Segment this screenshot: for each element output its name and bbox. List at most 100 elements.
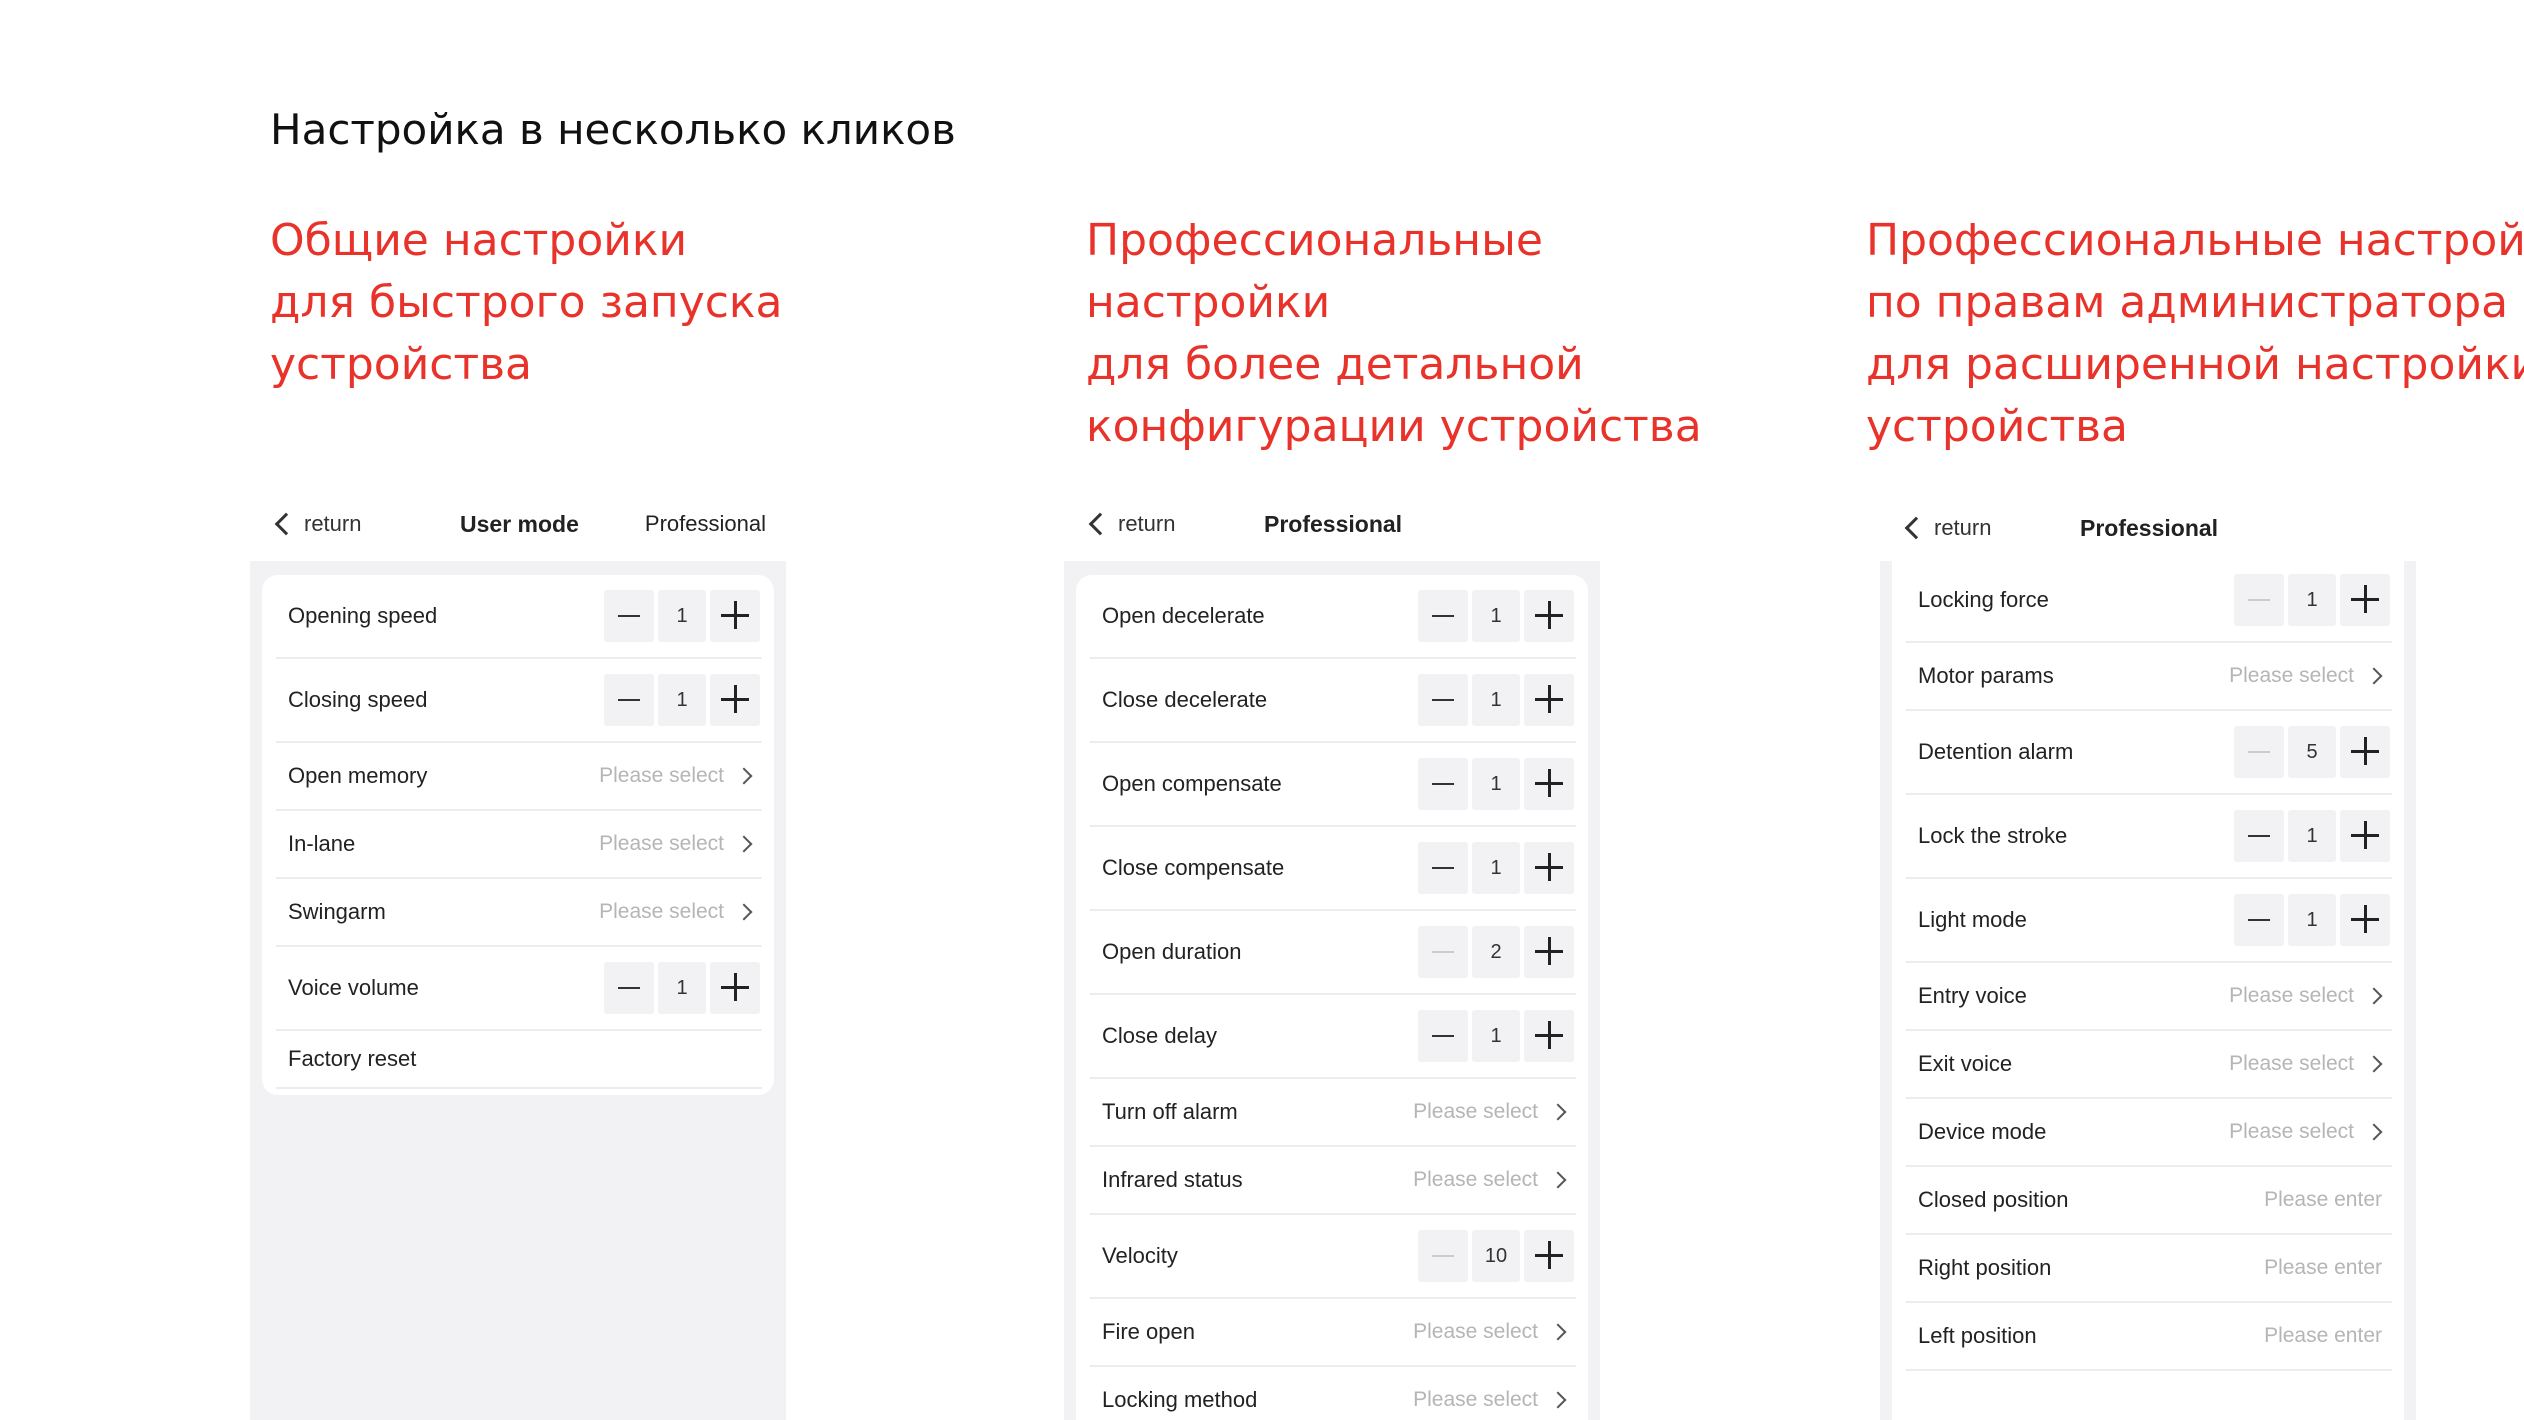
increment-button[interactable] <box>1524 590 1574 642</box>
minus-icon <box>1432 1035 1454 1037</box>
setting-row-factory-reset[interactable]: Factory reset <box>276 1031 762 1089</box>
increment-button[interactable] <box>1524 674 1574 726</box>
decrement-button[interactable] <box>1418 590 1468 642</box>
decrement-button[interactable] <box>2234 574 2284 626</box>
minus-icon <box>2248 599 2270 601</box>
select-dropdown[interactable]: Please select <box>2229 963 2386 1029</box>
return-button[interactable]: return <box>1088 509 1175 539</box>
decrement-button[interactable] <box>2234 810 2284 862</box>
select-placeholder: Please select <box>1413 1168 1538 1191</box>
setting-row-exit-voice[interactable]: Exit voice Please select <box>1906 1031 2392 1099</box>
caption-line: для расширенной настройки <box>1866 339 2524 390</box>
setting-row-closed-position[interactable]: Closed position Please enter <box>1906 1167 2392 1235</box>
plus-icon-stroke <box>1548 769 1551 797</box>
text-input[interactable]: Please enter <box>2264 1167 2382 1233</box>
setting-label: Velocity <box>1102 1243 1178 1268</box>
professional-mode-link[interactable]: Professional <box>645 509 766 539</box>
select-dropdown[interactable]: Please select <box>599 811 756 877</box>
select-dropdown[interactable]: Please select <box>2229 643 2386 709</box>
select-dropdown[interactable]: Please select <box>1413 1079 1570 1145</box>
value-stepper: 1 <box>604 674 760 726</box>
return-button[interactable]: return <box>1904 513 1991 543</box>
increment-button[interactable] <box>710 962 760 1014</box>
decrement-button[interactable] <box>2234 726 2284 778</box>
increment-button[interactable] <box>1524 842 1574 894</box>
increment-button[interactable] <box>710 674 760 726</box>
increment-button[interactable] <box>710 590 760 642</box>
setting-row-right-position[interactable]: Right position Please enter <box>1906 1235 2392 1303</box>
setting-label: Infrared status <box>1102 1167 1243 1192</box>
decrement-button[interactable] <box>1418 674 1468 726</box>
setting-row-infrared-status[interactable]: Infrared status Please select <box>1090 1147 1576 1215</box>
setting-row-in-lane[interactable]: In-lane Please select <box>276 811 762 879</box>
setting-row-open-compensate: Open compensate 1 <box>1090 743 1576 827</box>
setting-row-locking-method[interactable]: Locking method Please select <box>1090 1367 1576 1420</box>
increment-button[interactable] <box>1524 758 1574 810</box>
decrement-button[interactable] <box>2234 894 2284 946</box>
decrement-button[interactable] <box>1418 1230 1468 1282</box>
chevron-right-icon <box>2365 667 2383 685</box>
text-input[interactable]: Please enter <box>2264 1303 2382 1369</box>
setting-row-left-position[interactable]: Left position Please enter <box>1906 1303 2392 1371</box>
return-button[interactable]: return <box>274 509 361 539</box>
decrement-button[interactable] <box>1418 926 1468 978</box>
caption-line: для быстрого запуска <box>270 277 783 328</box>
app-header: return Professional <box>1064 495 1600 561</box>
increment-button[interactable] <box>2340 810 2390 862</box>
setting-row-entry-voice[interactable]: Entry voice Please select <box>1906 963 2392 1031</box>
setting-row-motor-params[interactable]: Motor params Please select <box>1906 643 2392 711</box>
select-dropdown[interactable]: Please select <box>599 879 756 945</box>
select-dropdown[interactable]: Please select <box>1413 1367 1570 1420</box>
setting-label: Lock the stroke <box>1918 823 2068 848</box>
text-input[interactable]: Please enter <box>2264 1235 2382 1301</box>
settings-card: Opening speed 1 Closing speed 1 Open memory P… <box>262 575 774 1095</box>
select-placeholder: Please select <box>1413 1388 1538 1411</box>
settings-card: Left sync30Locking force1Motor paramsPle… <box>1892 495 2404 1420</box>
minus-icon <box>1432 951 1454 953</box>
setting-label: In-lane <box>288 831 356 856</box>
setting-row-light-mode: Light mode 1 <box>1906 879 2392 963</box>
chevron-right-icon <box>735 903 753 921</box>
chevron-right-icon <box>1549 1323 1567 1341</box>
setting-row-open-memory[interactable]: Open memory Please select <box>276 743 762 811</box>
setting-row-fire-open[interactable]: Fire open Please select <box>1090 1299 1576 1367</box>
decrement-button[interactable] <box>604 962 654 1014</box>
select-dropdown[interactable]: Please select <box>1413 1299 1570 1365</box>
decrement-button[interactable] <box>1418 842 1468 894</box>
setting-row-lock-the-stroke: Lock the stroke 1 <box>1906 795 2392 879</box>
increment-button[interactable] <box>2340 894 2390 946</box>
setting-row-device-mode[interactable]: Device mode Please select <box>1906 1099 2392 1167</box>
decrement-button[interactable] <box>604 590 654 642</box>
minus-icon <box>2248 835 2270 837</box>
setting-row-swingarm[interactable]: Swingarm Please select <box>276 879 762 947</box>
caption-line: Общие настройки <box>270 215 688 266</box>
minus-icon <box>618 987 640 989</box>
setting-label: Right position <box>1918 1255 2052 1280</box>
select-placeholder: Please select <box>599 832 724 855</box>
setting-label: Open decelerate <box>1102 603 1265 628</box>
decrement-button[interactable] <box>604 674 654 726</box>
decrement-button[interactable] <box>1418 1010 1468 1062</box>
plus-icon-stroke <box>734 973 737 1001</box>
setting-label: Open duration <box>1102 939 1242 964</box>
setting-row-turn-off-alarm[interactable]: Turn off alarm Please select <box>1090 1079 1576 1147</box>
page-title: User mode <box>460 511 579 537</box>
increment-button[interactable] <box>1524 926 1574 978</box>
setting-row-closing-speed: Closing speed 1 <box>276 659 762 743</box>
select-dropdown[interactable]: Please select <box>2229 1031 2386 1097</box>
decrement-button[interactable] <box>1418 758 1468 810</box>
setting-label: Detention alarm <box>1918 739 2074 764</box>
increment-button[interactable] <box>1524 1010 1574 1062</box>
select-dropdown[interactable]: Please select <box>2229 1099 2386 1165</box>
increment-button[interactable] <box>2340 574 2390 626</box>
setting-label: Swingarm <box>288 899 386 924</box>
select-placeholder: Please select <box>2229 664 2354 687</box>
value-stepper: 1 <box>1418 1010 1574 1062</box>
increment-button[interactable] <box>1524 1230 1574 1282</box>
select-dropdown[interactable]: Please select <box>599 743 756 809</box>
setting-label: Factory reset <box>288 1046 417 1071</box>
select-dropdown[interactable]: Please select <box>1413 1147 1570 1213</box>
setting-label: Motor params <box>1918 663 2054 688</box>
increment-button[interactable] <box>2340 726 2390 778</box>
select-placeholder: Please select <box>1413 1320 1538 1343</box>
